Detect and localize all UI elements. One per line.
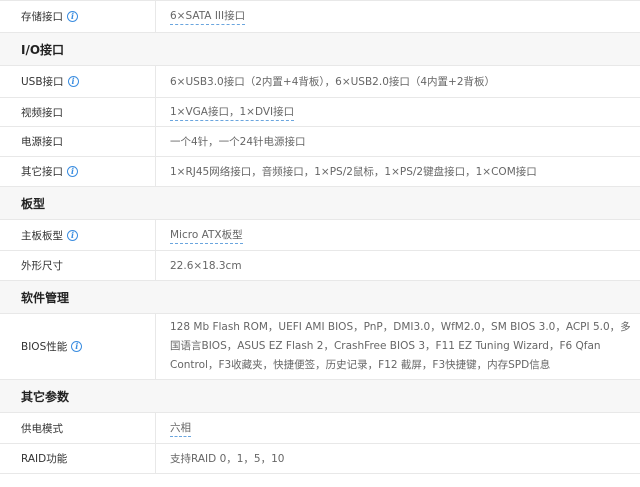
label-text: USB接口 bbox=[21, 76, 64, 88]
spec-label: BIOS性能 i bbox=[0, 314, 156, 379]
spec-label: 电源接口 bbox=[0, 127, 156, 156]
spec-value: 一个4针，一个24针电源接口 bbox=[170, 136, 306, 148]
spec-label: RAID功能 bbox=[0, 444, 156, 473]
spec-label: 其它接口 i bbox=[0, 157, 156, 186]
spec-value: 22.6×18.3cm bbox=[170, 259, 242, 272]
spec-row-usb: USB接口 i 6×USB3.0接口（2内置+4背板），6×USB2.0接口（4… bbox=[0, 66, 640, 98]
spec-value: Micro ATX板型 bbox=[156, 220, 640, 250]
section-header-other-params: 其它参数 bbox=[0, 380, 640, 413]
section-header-io: I/O接口 bbox=[0, 33, 640, 66]
spec-row-power-phase: 供电模式 六相 bbox=[0, 413, 640, 444]
value-link[interactable]: 6×SATA III接口 bbox=[170, 8, 246, 25]
label-text: 供电模式 bbox=[21, 422, 63, 435]
info-icon[interactable]: i bbox=[67, 166, 78, 177]
value-link[interactable]: 六相 bbox=[170, 420, 191, 437]
spec-table: 存储接口 i 6×SATA III接口 I/O接口 USB接口 i 6×USB3… bbox=[0, 0, 640, 474]
spec-label: 存储接口 i bbox=[0, 1, 156, 32]
info-icon[interactable]: i bbox=[67, 229, 78, 241]
info-icon[interactable]: i bbox=[71, 341, 83, 352]
spec-label: 主板板型 i bbox=[0, 220, 156, 250]
spec-value: 六相 bbox=[156, 413, 640, 443]
label-text: 电源接口 bbox=[21, 136, 63, 148]
spec-row-power: 电源接口 一个4针，一个24针电源接口 bbox=[0, 127, 640, 157]
spec-label: 供电模式 bbox=[0, 413, 156, 443]
label-text: 外形尺寸 bbox=[21, 260, 63, 272]
info-icon[interactable]: i bbox=[67, 76, 79, 87]
spec-row-raid: RAID功能 支持RAID 0，1，5，10 bbox=[0, 444, 640, 474]
section-header-software: 软件管理 bbox=[0, 281, 640, 314]
label-text: 视频接口 bbox=[21, 106, 63, 119]
section-header-form-factor: 板型 bbox=[0, 187, 640, 220]
spec-row-storage: 存储接口 i 6×SATA III接口 bbox=[0, 1, 640, 33]
info-icon[interactable]: i bbox=[67, 11, 78, 22]
spec-value: 支持RAID 0，1，5，10 bbox=[170, 453, 285, 465]
spec-row-bios: BIOS性能 i 128 Mb Flash ROM，UEFI AMI BIOS，… bbox=[0, 314, 640, 380]
label-text: RAID功能 bbox=[21, 453, 68, 465]
label-text: BIOS性能 bbox=[21, 341, 68, 353]
label-text: 其它接口 bbox=[21, 166, 63, 178]
spec-value: 6×USB3.0接口（2内置+4背板），6×USB2.0接口（4内置+2背板） bbox=[170, 76, 496, 88]
value-link[interactable]: Micro ATX板型 bbox=[170, 227, 243, 244]
spec-row-board-type: 主板板型 i Micro ATX板型 bbox=[0, 220, 640, 251]
spec-value: 128 Mb Flash ROM，UEFI AMI BIOS，PnP，DMI3.… bbox=[170, 321, 631, 371]
value-link[interactable]: 1×VGA接口，1×DVI接口 bbox=[170, 104, 295, 121]
spec-label: 视频接口 bbox=[0, 98, 156, 126]
spec-value: 6×SATA III接口 bbox=[156, 1, 640, 32]
spec-label: USB接口 i bbox=[0, 66, 156, 97]
spec-row-other-ports: 其它接口 i 1×RJ45网络接口，音频接口，1×PS/2鼠标，1×PS/2键盘… bbox=[0, 157, 640, 187]
spec-value: 1×VGA接口，1×DVI接口 bbox=[156, 98, 640, 126]
spec-value: 1×RJ45网络接口，音频接口，1×PS/2鼠标，1×PS/2键盘接口，1×CO… bbox=[170, 166, 537, 178]
label-text: 主板板型 bbox=[21, 229, 63, 242]
spec-row-video: 视频接口 1×VGA接口，1×DVI接口 bbox=[0, 98, 640, 127]
spec-row-dimensions: 外形尺寸 22.6×18.3cm bbox=[0, 251, 640, 281]
spec-label: 外形尺寸 bbox=[0, 251, 156, 280]
label-text: 存储接口 bbox=[21, 11, 63, 23]
